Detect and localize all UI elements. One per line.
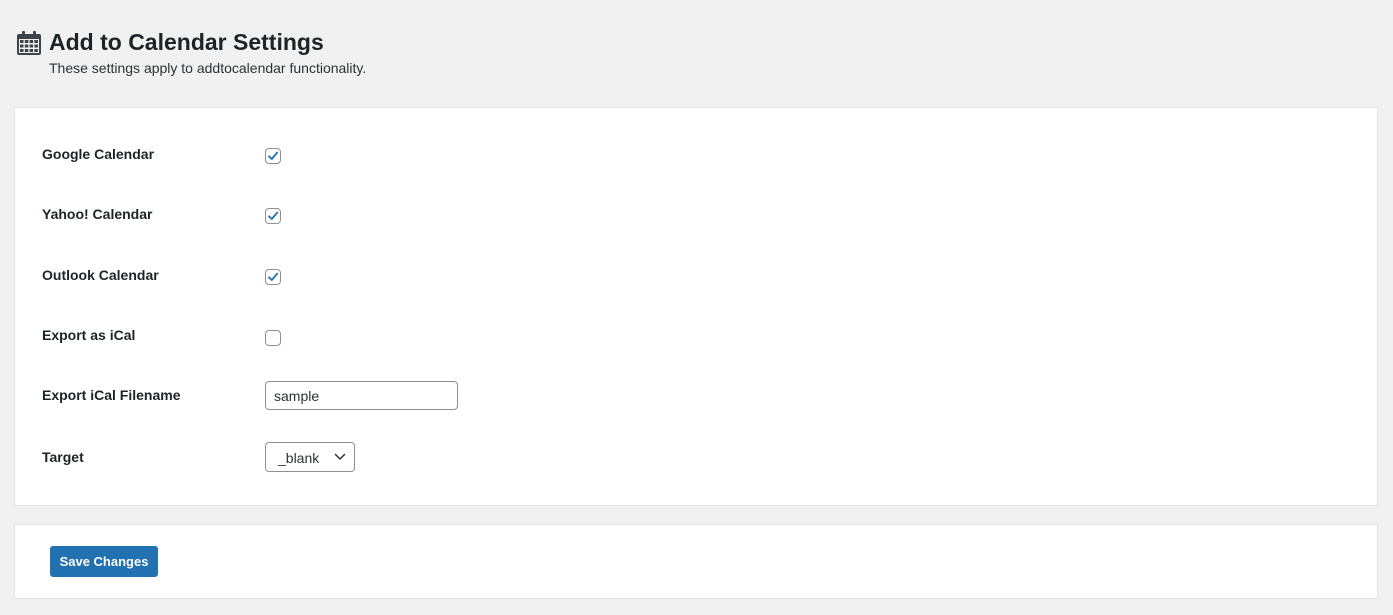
outlook-calendar-label: Outlook Calendar: [42, 267, 159, 283]
target-label: Target: [42, 449, 84, 465]
google-calendar-label: Google Calendar: [42, 146, 155, 162]
ical-filename-label: Export iCal Filename: [42, 387, 181, 403]
ical-filename-input[interactable]: [265, 381, 458, 410]
checkmark-icon: [268, 272, 279, 281]
outlook-calendar-checkbox[interactable]: [265, 269, 281, 285]
checkmark-icon: [268, 211, 279, 220]
export-ical-checkbox[interactable]: [265, 330, 281, 346]
setting-row-google: Google Calendar: [15, 145, 1377, 179]
export-ical-label: Export as iCal: [42, 327, 136, 343]
page-subtitle: These settings apply to addtocalendar fu…: [49, 60, 367, 76]
setting-row-filename: Export iCal Filename: [15, 381, 1377, 420]
setting-row-outlook: Outlook Calendar: [15, 266, 1377, 300]
target-select-value: _blank: [278, 450, 320, 466]
setting-row-ical: Export as iCal: [15, 326, 1377, 360]
settings-panel: Google Calendar Yahoo! Calendar Outlook …: [14, 107, 1378, 506]
yahoo-calendar-label: Yahoo! Calendar: [42, 206, 153, 222]
setting-row-yahoo: Yahoo! Calendar: [15, 205, 1377, 239]
page-header: Add to Calendar Settings These settings …: [16, 28, 616, 78]
setting-row-target: Target _blank: [15, 442, 1377, 482]
save-panel: Save Changes: [14, 524, 1378, 599]
calendar-icon: [17, 31, 41, 55]
save-changes-button[interactable]: Save Changes: [50, 546, 158, 577]
checkmark-icon: [268, 151, 279, 160]
page-title: Add to Calendar Settings: [49, 29, 324, 55]
target-select[interactable]: _blank: [265, 442, 355, 472]
chevron-down-icon: [334, 453, 346, 460]
google-calendar-checkbox[interactable]: [265, 148, 281, 164]
yahoo-calendar-checkbox[interactable]: [265, 208, 281, 224]
